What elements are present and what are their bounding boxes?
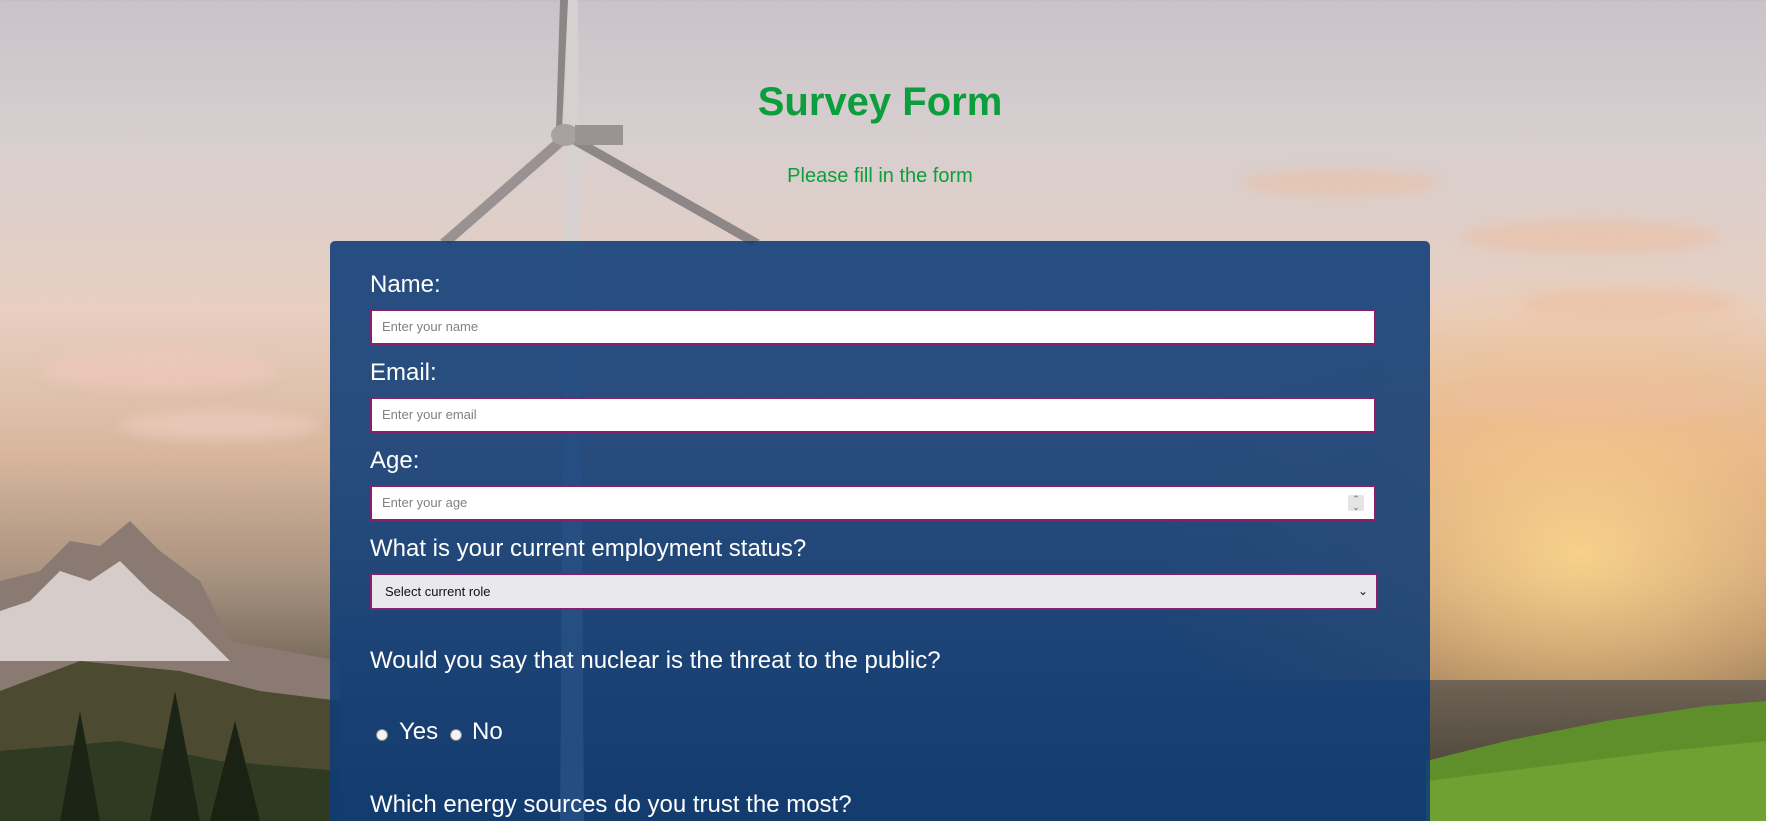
age-placeholder: Enter your age [382,495,468,510]
radio-yes[interactable] [376,729,388,741]
energy-question: Which energy sources do you trust the mo… [370,791,852,818]
cloud [1520,290,1740,318]
name-field[interactable]: Enter your name [370,309,1376,345]
radio-yes-label: Yes [399,718,439,745]
radio-no[interactable] [450,729,462,741]
stepper-icon[interactable]: ⌃ ⌄ [1348,495,1364,512]
survey-form: Name: Enter your name Email: Enter your … [330,241,1430,821]
age-field[interactable]: Enter your age ⌃ ⌄ [370,485,1376,521]
chevron-down-icon: ⌄ [1357,584,1368,598]
employment-select[interactable]: Select current role ⌄ [370,573,1378,610]
age-label: Age: [370,447,420,474]
cloud [1460,220,1720,254]
name-label: Name: [370,271,441,298]
cloud [1450,380,1750,420]
page-title: Survey Form [757,80,1003,124]
email-placeholder: Enter your email [382,407,477,422]
green-hill [1426,701,1766,821]
employment-selected-value: Select current role [385,584,491,599]
radio-no-label: No [472,718,503,745]
page-subtitle: Please fill in the form [787,165,973,187]
name-placeholder: Enter your name [382,319,479,334]
employment-label: What is your current employment status? [370,535,807,562]
nuclear-question: Would you say that nuclear is the threat… [370,647,941,674]
email-field[interactable]: Enter your email [370,397,1376,433]
email-label: Email: [370,359,437,386]
